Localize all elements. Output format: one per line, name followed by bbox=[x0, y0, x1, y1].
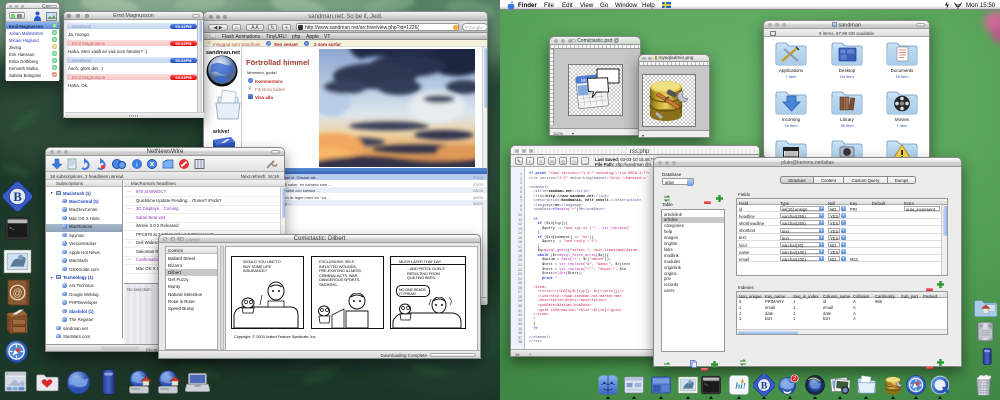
svg-text:B: B bbox=[761, 381, 768, 391]
svg-text:i: i bbox=[136, 161, 138, 169]
svg-text:hi!: hi! bbox=[735, 381, 746, 391]
svg-text:2: 2 bbox=[793, 376, 796, 382]
svg-text:@: @ bbox=[13, 288, 23, 299]
svg-text:>_: >_ bbox=[9, 225, 15, 231]
svg-text:B: B bbox=[13, 190, 22, 204]
